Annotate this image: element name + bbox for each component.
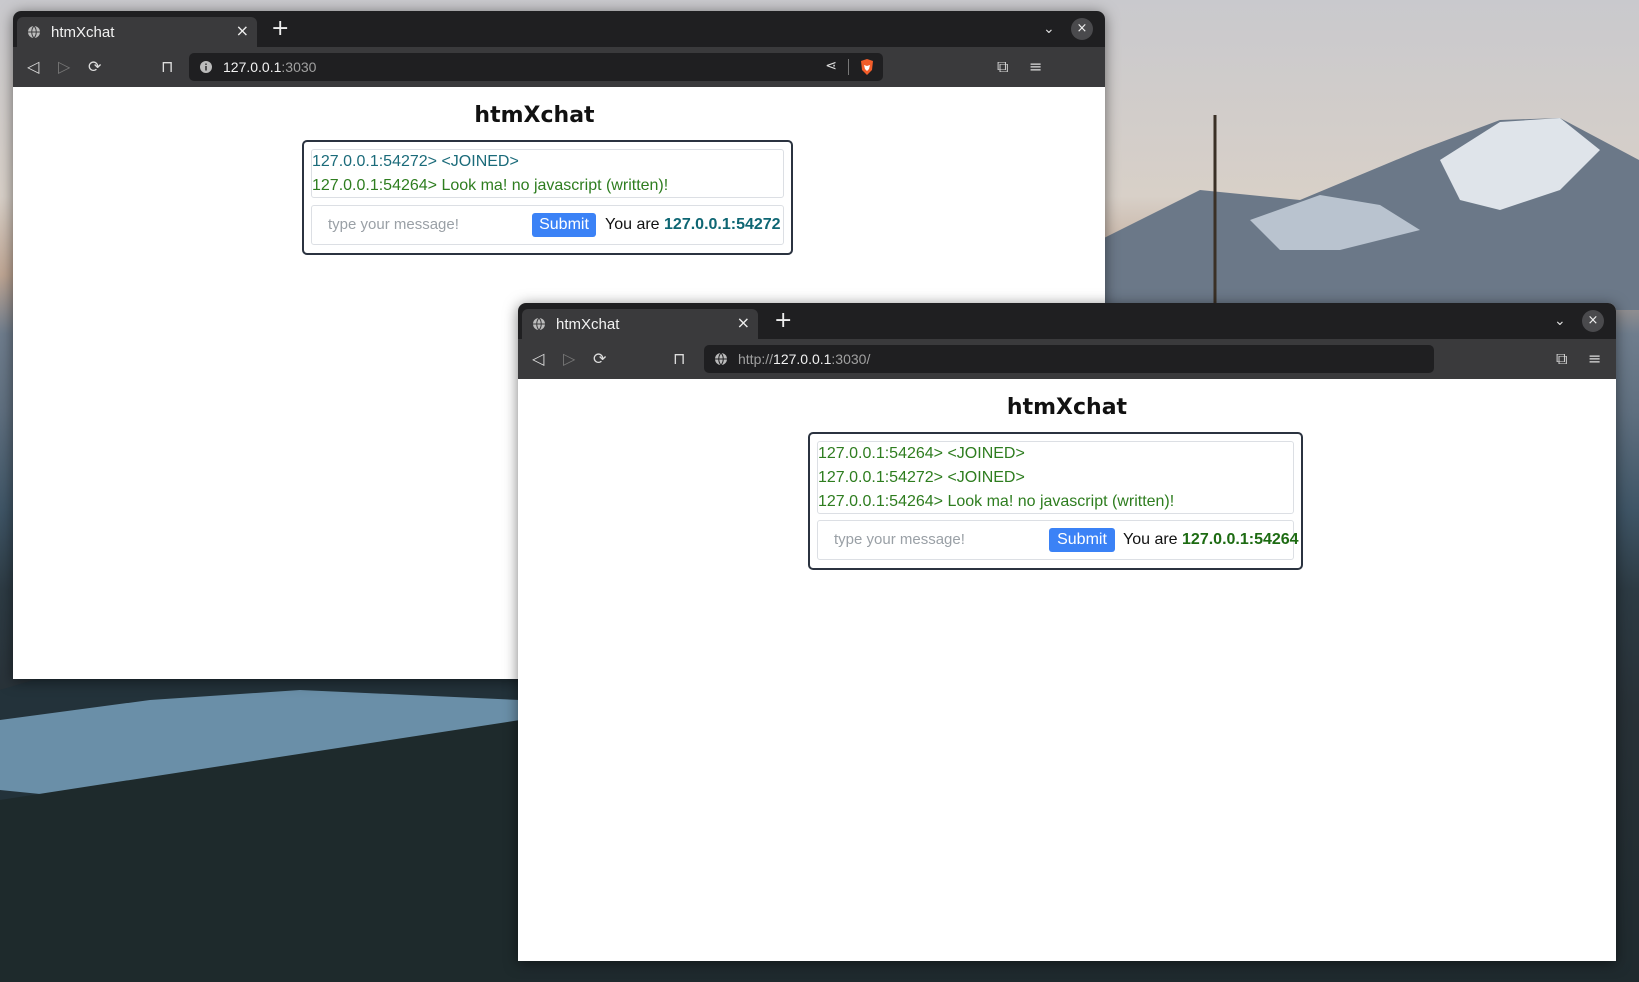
reload-icon[interactable]: ⟳ <box>88 58 101 76</box>
globe-icon <box>533 317 545 331</box>
message-form: type your message! Submit You are 127.0.… <box>311 205 784 245</box>
message-item: 127.0.0.1:54272> <JOINED> <box>312 153 519 170</box>
tab-list-icon[interactable]: ⌄ <box>1554 313 1566 329</box>
reload-icon[interactable]: ⟳ <box>593 350 606 368</box>
globe-icon <box>28 25 40 39</box>
message-item: 127.0.0.1:54264> Look ma! no javascript … <box>818 493 1175 510</box>
back-icon[interactable]: ◁ <box>532 350 544 368</box>
tab-title: htmXchat <box>51 23 115 41</box>
tab-bar: htmXchat × + ⌄ × <box>13 11 1105 47</box>
close-tab-icon[interactable]: × <box>236 22 249 40</box>
chat-panel: 127.0.0.1:54264> <JOINED> 127.0.0.1:5427… <box>808 432 1303 570</box>
bookmark-icon[interactable]: ⊓ <box>673 350 685 368</box>
forward-icon[interactable]: ▷ <box>58 58 70 76</box>
self-id: 127.0.0.1:54272 <box>664 216 781 233</box>
you-are-label: You are 127.0.0.1:54264 <box>1123 528 1299 552</box>
url-host: 127.0.0.1 <box>773 351 832 367</box>
globe-icon[interactable] <box>714 352 728 366</box>
message-item: 127.0.0.1:54272> <JOINED> <box>818 469 1025 486</box>
you-are-text: You are <box>605 216 660 233</box>
message-item: 127.0.0.1:54264> <JOINED> <box>818 445 1025 462</box>
url-port: :3030/ <box>831 351 871 367</box>
page-title: htmXchat <box>474 103 595 128</box>
extensions-icon[interactable]: ⧉ <box>997 58 1008 76</box>
submit-button[interactable]: Submit <box>1049 528 1115 552</box>
chat-panel: 127.0.0.1:54272> <JOINED> 127.0.0.1:5426… <box>302 140 793 255</box>
info-icon[interactable] <box>199 60 213 74</box>
new-tab-button[interactable]: + <box>774 310 792 332</box>
url-scheme: http:// <box>738 351 774 367</box>
page-content: htmXchat 127.0.0.1:54264> <JOINED> 127.0… <box>518 379 1616 961</box>
toolbar: ◁ ▷ ⟳ ⊓ 127.0.0.1:3030 ⋖ ⧉ ≡ <box>13 47 1105 87</box>
back-icon[interactable]: ◁ <box>27 58 39 76</box>
url-host: 127.0.0.1 <box>223 59 282 75</box>
browser-window-front: htmXchat × + ⌄ × ◁ ▷ ⟳ ⊓ http://127.0.0.… <box>518 303 1616 961</box>
tab-htmxchat[interactable]: htmXchat × <box>522 309 758 339</box>
separator <box>848 59 849 75</box>
message-form: type your message! Submit You are 127.0.… <box>817 520 1299 560</box>
url-port: :3030 <box>281 59 317 75</box>
self-id: 127.0.0.1:54264 <box>1182 531 1299 548</box>
messages-list: 127.0.0.1:54264> <JOINED> 127.0.0.1:5427… <box>817 441 1294 514</box>
window-close-button[interactable]: × <box>1582 310 1604 332</box>
share-icon[interactable]: ⋖ <box>825 58 837 74</box>
page-title: htmXchat <box>1006 395 1128 420</box>
address-bar[interactable]: 127.0.0.1:3030 ⋖ <box>189 53 883 81</box>
brave-shield-icon[interactable] <box>859 58 875 76</box>
you-are-text: You are <box>1123 531 1178 548</box>
menu-icon[interactable]: ≡ <box>1588 350 1601 368</box>
window-close-button[interactable]: × <box>1071 18 1093 40</box>
forward-icon[interactable]: ▷ <box>563 350 575 368</box>
bookmark-icon[interactable]: ⊓ <box>161 58 173 76</box>
tab-list-icon[interactable]: ⌄ <box>1043 21 1055 37</box>
extensions-icon[interactable]: ⧉ <box>1556 350 1567 368</box>
address-bar[interactable]: http://127.0.0.1:3030/ <box>704 345 1434 373</box>
new-tab-button[interactable]: + <box>271 18 289 40</box>
messages-list: 127.0.0.1:54272> <JOINED> 127.0.0.1:5426… <box>311 149 784 198</box>
submit-button[interactable]: Submit <box>532 213 596 237</box>
message-input[interactable]: type your message! <box>312 206 528 244</box>
toolbar: ◁ ▷ ⟳ ⊓ http://127.0.0.1:3030/ ⧉ ≡ <box>518 339 1616 379</box>
tab-bar: htmXchat × + ⌄ × <box>518 303 1616 339</box>
close-tab-icon[interactable]: × <box>737 314 750 332</box>
tab-title: htmXchat <box>556 315 620 333</box>
message-item: 127.0.0.1:54264> Look ma! no javascript … <box>312 177 669 194</box>
tab-htmxchat[interactable]: htmXchat × <box>17 17 257 47</box>
message-input[interactable]: type your message! <box>818 521 1034 559</box>
menu-icon[interactable]: ≡ <box>1029 58 1042 76</box>
you-are-label: You are 127.0.0.1:54272 <box>605 213 781 237</box>
